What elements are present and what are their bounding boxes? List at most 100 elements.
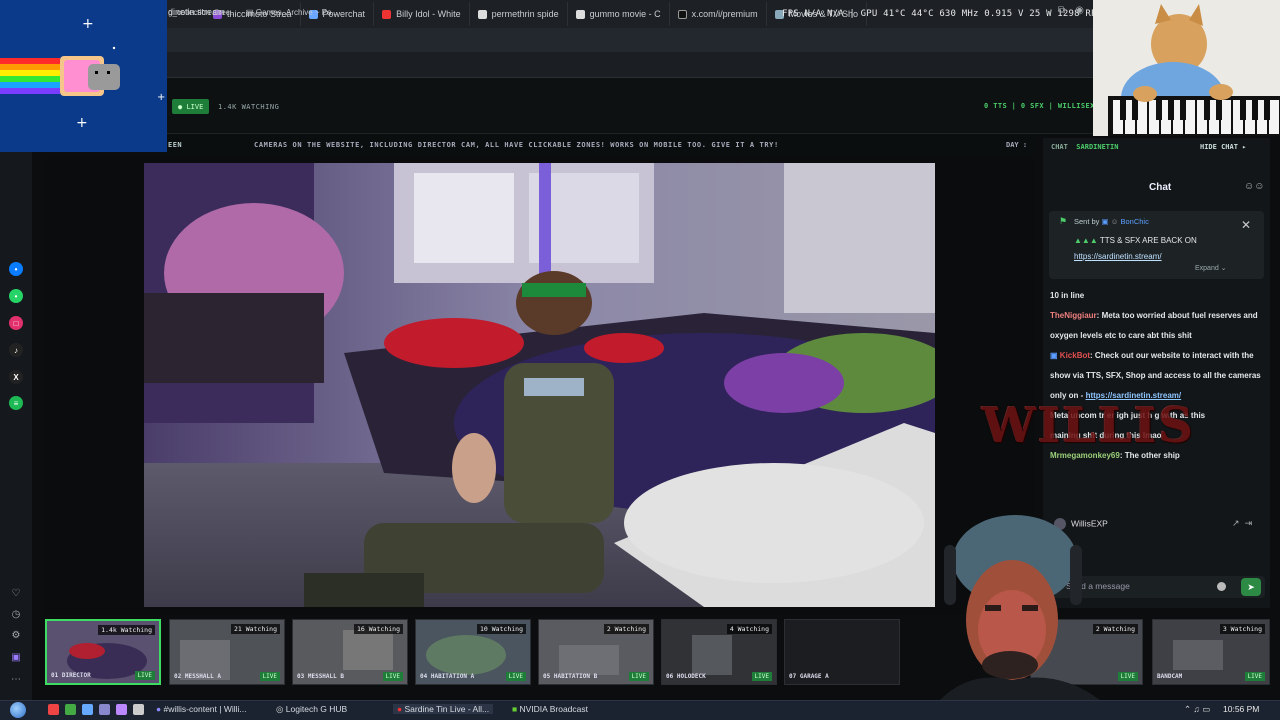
camera-live-badge: LIVE [259,672,280,681]
browser-tab[interactable]: permethrin spide [470,2,568,26]
taskbar-item[interactable]: ■ NVIDIA Broadcast [512,704,588,714]
translate-icon[interactable]: ↗ [1232,518,1240,528]
keyboard-cat-graphic [1093,0,1280,136]
browser-tab[interactable]: x.com/i/premium [670,2,767,26]
chat-username[interactable]: TheNiggiaur [1050,311,1097,320]
open-external-icon[interactable]: ⧉ [1058,5,1065,16]
hide-chat-button[interactable]: HIDE CHAT ▸ [1200,143,1246,151]
browser-tab[interactable]: Billy Idol - White [374,2,470,26]
taskbar-clock: 10:56 PM [1223,704,1260,714]
svg-text:+: + [76,115,88,131]
keyboard-cat-overlay [1093,0,1280,136]
folder-icon: ▤ [246,8,256,17]
expand-button[interactable]: Expand ⌄ [1195,264,1227,272]
camera-thumb-habitation-a[interactable]: 10 Watching 04 HABITATION A LIVE [415,619,531,685]
camera-thumb-bandcam[interactable]: 3 Watching BANDCAM LIVE [1152,619,1270,685]
taskbar-item[interactable]: ● #willis-content | Willi... [156,704,246,714]
director-camera-video[interactable] [144,163,935,607]
camera-watching: 4 Watching [726,624,772,634]
spotify-icon[interactable]: ≡ [9,396,23,410]
pin-icon: ⚑ [1059,216,1068,226]
camera-thumb-garage-a[interactable]: 07 GARAGE A [784,619,900,685]
emoji-icon[interactable] [1217,582,1226,591]
tab-label: permethrin spide [491,9,559,19]
webcam-image [940,515,1100,700]
taskbar-item[interactable]: ◎ Logitech G HUB [276,704,347,715]
camera-live-badge: LIVE [382,672,403,681]
tab-favicon [575,9,585,19]
instagram-icon[interactable]: □ [9,316,23,330]
messenger-icon[interactable]: • [9,262,23,276]
discord-icon: ● [156,704,164,714]
address-actions: ⧉ ◉ [1058,5,1084,16]
camera-thumb-holodeck[interactable]: 4 Watching 06 HOLODECK LIVE [661,619,777,685]
chat-message: ▣ KickBot: Check out our website to inte… [1050,351,1261,400]
tab-label: gummo movie - C [589,9,661,19]
taskbar-app-icon[interactable] [116,704,127,715]
video-frame [144,163,935,607]
camera-live-badge: LIVE [1117,672,1138,681]
taskbar-app-icon[interactable] [82,704,93,715]
camera-name: 02 MESSHALL A [174,673,221,680]
camera-thumb-director[interactable]: 1.4k Watching 01 DIRECTOR LIVE [45,619,161,685]
taskbar-app-icon[interactable] [99,704,110,715]
camera-live-badge: LIVE [751,672,772,681]
camera-live-badge: LIVE [628,672,649,681]
taskbar-app-icon[interactable] [133,704,144,715]
system-tray[interactable]: ⌃ ♫ ▭ [1184,704,1210,715]
tab-label: Billy Idol - White [396,9,461,19]
tab-favicon [382,9,392,19]
camera-thumb-habitation-b[interactable]: 2 Watching 05 HABITATION B LIVE [538,619,654,685]
tiktok-icon[interactable]: ♪ [9,343,23,357]
camera-thumb-messhall-b[interactable]: 16 Watching 03 MESSHALL B LIVE [292,619,408,685]
whatsapp-icon[interactable]: • [9,289,23,303]
ticker-day: DAY : [1006,141,1028,149]
tab-favicon [477,9,487,19]
camera-thumb-messhall-a[interactable]: 21 Watching 02 MESSHALL A LIVE [169,619,285,685]
camera-watching: 16 Watching [353,624,403,634]
camera-watching: 1.4k Watching [98,625,155,635]
chat-username[interactable]: KickBot [1060,351,1090,360]
svg-text:+: + [82,16,94,32]
pinned-sender: Sent by ▣ ☺ BonChic [1074,217,1149,226]
tab-favicon [677,9,687,19]
users-icon[interactable]: ☺☺ [1244,181,1264,192]
close-icon[interactable]: ✕ [1241,218,1251,232]
camera-watching: 21 Watching [230,624,280,634]
nyan-cat-overlay: + + + [0,0,167,152]
logitech-icon: ◎ [276,704,286,714]
pinned-link[interactable]: https://sardinetin.stream/ [1074,252,1162,261]
camera-name: 04 HABITATION A [420,673,475,680]
bookmark-item[interactable]: ▤ Games_Archive ~ Pa... [246,8,338,17]
camera-name: 06 HOLODECK [666,673,706,680]
taskbar-app-icon[interactable] [48,704,59,715]
extension-icon[interactable]: ▣ [10,652,22,664]
bookmarks-bar [0,52,1280,78]
svg-text:+: + [157,92,165,103]
logout-icon[interactable]: ⇥ [1245,518,1253,528]
history-icon[interactable]: ◷ [10,609,22,621]
performance-overlay: FPS N/A N/A | GPU 41°C 44°C 630 MHz 0.91… [782,9,1103,19]
camera-live-badge: LIVE [505,672,526,681]
chat-channel-label: CHAT SARDINETIN [1051,143,1119,151]
camera-name: 05 HABITATION B [543,673,598,680]
live-dot-icon: ● [178,102,187,111]
settings-icon[interactable]: ⚙ [10,630,22,642]
address-bar[interactable] [0,28,1280,52]
streamer-webcam-overlay [930,505,1120,700]
taskbar-item[interactable]: ● Sardine Tin Live - All... [393,704,494,714]
more-icon[interactable]: ⋯ [10,674,22,686]
camera-name: BANDCAM [1157,673,1183,680]
browser-tab[interactable]: gummo movie - C [568,2,670,26]
taskbar-app-icon[interactable] [65,704,76,715]
bookmark-item[interactable]: g_collection direc... [168,8,236,17]
camera-icon[interactable]: ◉ [1075,5,1084,16]
heart-icon[interactable]: ♡ [10,588,22,600]
browser-icon: ● [397,704,405,714]
x-icon[interactable]: X [9,370,23,384]
start-button[interactable] [10,702,26,718]
send-button[interactable]: ➤ [1241,578,1261,596]
camera-watching: 3 Watching [1219,624,1265,634]
camera-name: 03 MESSHALL B [297,673,344,680]
chat-message: TheNiggiaur: Meta too worried about fuel… [1050,311,1258,340]
